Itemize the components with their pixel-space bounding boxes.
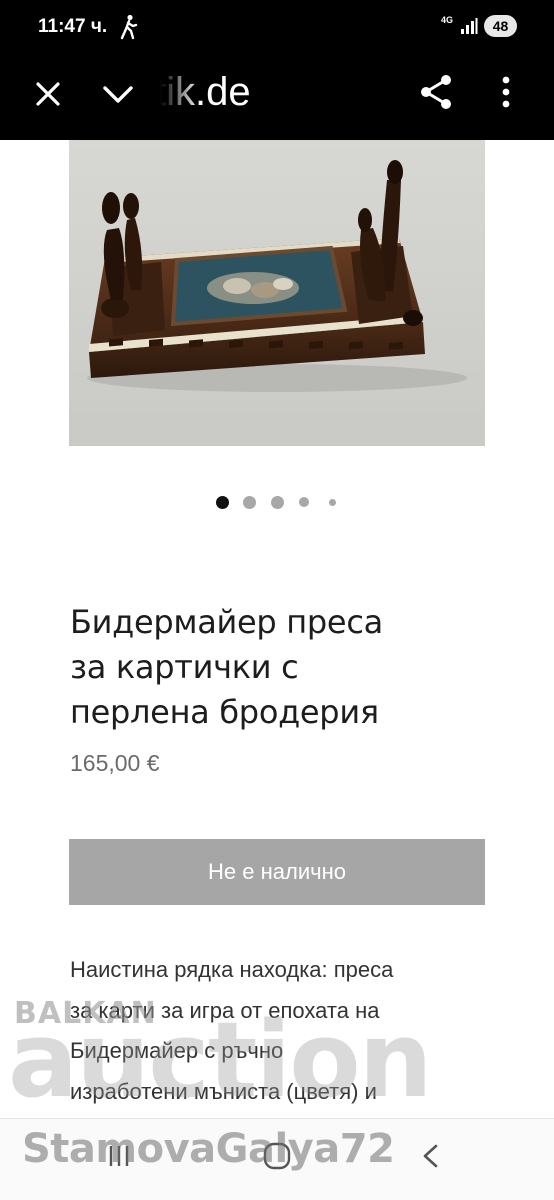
description-line: Наистина рядка находка: преса <box>70 957 394 982</box>
watermark-user: StamovaGalya72 <box>22 1126 395 1172</box>
signal-icon <box>461 18 478 34</box>
title-line: перлена бродерия <box>70 693 379 731</box>
title-line: Бидермайер преса <box>70 603 383 641</box>
product-image[interactable] <box>69 140 485 446</box>
carousel-dots[interactable] <box>0 494 554 510</box>
status-bar: 11:47 ч. 4G 48 <box>0 0 554 56</box>
status-time: 11:47 ч. <box>38 16 108 37</box>
title-line: за картички с <box>70 648 299 686</box>
close-icon[interactable] <box>30 76 66 112</box>
back-icon[interactable] <box>418 1143 444 1169</box>
carousel-dot[interactable] <box>242 495 256 509</box>
walking-icon <box>120 14 138 40</box>
card-press-illustration <box>87 160 467 392</box>
network-type: 4G <box>441 15 454 25</box>
more-vert-icon[interactable] <box>494 74 518 110</box>
carousel-dot[interactable] <box>270 495 284 509</box>
url-fade <box>150 68 200 116</box>
browser-toolbar: tik.de <box>0 56 554 140</box>
not-available-button[interactable]: Не е налично <box>69 839 485 905</box>
share-icon[interactable] <box>416 72 456 112</box>
watermark-balkan: BALKAN <box>14 996 157 1031</box>
chevron-down-icon[interactable] <box>100 76 136 112</box>
battery-indicator: 48 <box>484 15 517 37</box>
product-price: 165,00 € <box>70 750 160 776</box>
product-title: Бидермайер преса за картички с перлена б… <box>70 600 510 735</box>
carousel-dot[interactable] <box>328 498 336 506</box>
carousel-dot[interactable] <box>299 497 309 507</box>
carousel-dot-active[interactable] <box>215 495 229 509</box>
